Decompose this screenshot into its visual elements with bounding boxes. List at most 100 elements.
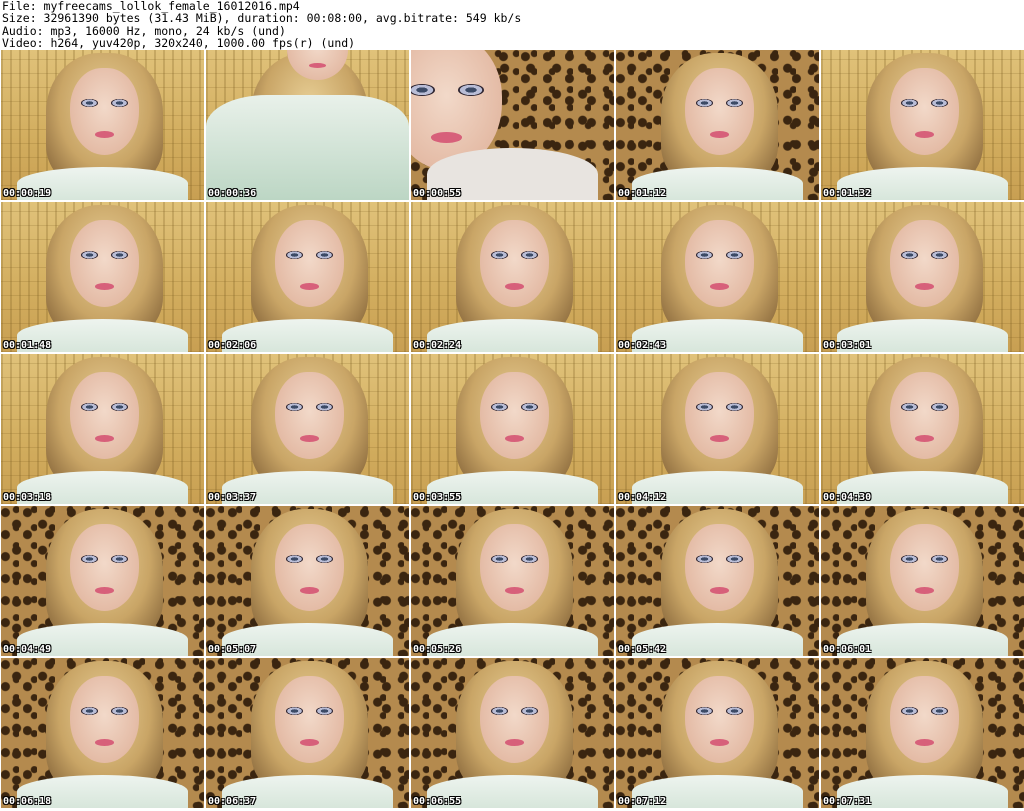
video-thumbnail: 00:01:48: [1, 202, 204, 352]
lips: [709, 738, 730, 746]
face: [70, 372, 140, 459]
lips: [914, 282, 935, 290]
video-thumbnail: 00:05:26: [411, 506, 614, 656]
lips: [504, 738, 525, 746]
video-thumbnail: 00:00:55: [411, 50, 614, 200]
timestamp-label: 00:04:12: [618, 492, 667, 503]
timestamp-label: 00:04:30: [823, 492, 872, 503]
lips: [914, 738, 935, 746]
right-eye: [316, 707, 333, 716]
face: [685, 524, 755, 611]
lips: [709, 282, 730, 290]
lips: [430, 132, 463, 143]
face: [480, 372, 550, 459]
timestamp-label: 00:06:55: [413, 796, 462, 807]
video-thumbnail: 00:02:06: [206, 202, 409, 352]
lips: [504, 282, 525, 290]
timestamp-label: 00:07:31: [823, 796, 872, 807]
thumbnail-grid: 00:00:19 00:00:36 00:00:55 00:01:12 00:01:32…: [0, 50, 1024, 811]
timestamp-label: 00:02:06: [208, 340, 257, 351]
video-thumbnail: 00:04:30: [821, 354, 1024, 504]
left-eye: [286, 251, 303, 260]
video-thumbnail: 00:06:18: [1, 658, 204, 808]
timestamp-label: 00:03:18: [3, 492, 52, 503]
timestamp-label: 00:06:01: [823, 644, 872, 655]
left-eye: [491, 555, 508, 564]
right-eye: [316, 251, 333, 260]
left-eye: [901, 251, 918, 260]
face: [275, 220, 345, 307]
lips: [94, 282, 115, 290]
timestamp-label: 00:03:55: [413, 492, 462, 503]
video-thumbnail: 00:03:37: [206, 354, 409, 504]
video-thumbnail: 00:06:55: [411, 658, 614, 808]
left-eye: [81, 555, 98, 564]
timestamp-label: 00:06:18: [3, 796, 52, 807]
left-eye: [696, 707, 713, 716]
video-thumbnail: 00:06:37: [206, 658, 409, 808]
timestamp-label: 00:00:55: [413, 188, 462, 199]
face: [890, 68, 960, 155]
lips: [914, 130, 935, 138]
right-eye: [521, 555, 538, 564]
lips: [709, 130, 730, 138]
timestamp-label: 00:07:12: [618, 796, 667, 807]
face: [890, 524, 960, 611]
timestamp-label: 00:06:37: [208, 796, 257, 807]
left-eye: [81, 251, 98, 260]
face: [275, 676, 345, 763]
right-eye: [931, 555, 948, 564]
video-thumbnail: 00:03:55: [411, 354, 614, 504]
lips: [94, 738, 115, 746]
face: [685, 676, 755, 763]
timestamp-label: 00:05:26: [413, 644, 462, 655]
left-eye: [491, 403, 508, 412]
video-thumbnail: 00:05:07: [206, 506, 409, 656]
face: [275, 372, 345, 459]
left-eye: [286, 403, 303, 412]
video-thumbnail: 00:07:12: [616, 658, 819, 808]
lips: [914, 586, 935, 594]
face: [70, 68, 140, 155]
face: [890, 676, 960, 763]
face: [480, 220, 550, 307]
timestamp-label: 00:01:12: [618, 188, 667, 199]
lips: [309, 63, 327, 68]
lips: [504, 434, 525, 442]
video-thumbnail: 00:05:42: [616, 506, 819, 656]
lips: [94, 434, 115, 442]
timestamp-label: 00:02:43: [618, 340, 667, 351]
timestamp-label: 00:05:07: [208, 644, 257, 655]
video-thumbnail: 00:03:18: [1, 354, 204, 504]
left-eye: [901, 99, 918, 108]
left-eye: [696, 403, 713, 412]
video-thumbnail: 00:04:49: [1, 506, 204, 656]
face: [480, 524, 550, 611]
right-eye: [931, 707, 948, 716]
right-eye: [726, 403, 743, 412]
timestamp-label: 00:03:37: [208, 492, 257, 503]
shirt: [206, 95, 409, 200]
right-eye: [726, 99, 743, 108]
face: [890, 372, 960, 459]
right-eye: [931, 99, 948, 108]
right-eye: [316, 555, 333, 564]
face: [685, 68, 755, 155]
face: [70, 524, 140, 611]
right-eye: [111, 251, 128, 260]
left-eye: [491, 251, 508, 260]
timestamp-label: 00:01:48: [3, 340, 52, 351]
video-thumbnail: 00:02:24: [411, 202, 614, 352]
face: [275, 524, 345, 611]
face: [480, 676, 550, 763]
video-thumbnail: 00:01:32: [821, 50, 1024, 200]
lips: [914, 434, 935, 442]
left-eye: [901, 707, 918, 716]
face: [70, 220, 140, 307]
right-eye: [111, 403, 128, 412]
lips: [299, 434, 320, 442]
video-thumbnail: 00:03:01: [821, 202, 1024, 352]
timestamp-label: 00:04:49: [3, 644, 52, 655]
video-thumbnail: 00:06:01: [821, 506, 1024, 656]
left-eye: [81, 403, 98, 412]
